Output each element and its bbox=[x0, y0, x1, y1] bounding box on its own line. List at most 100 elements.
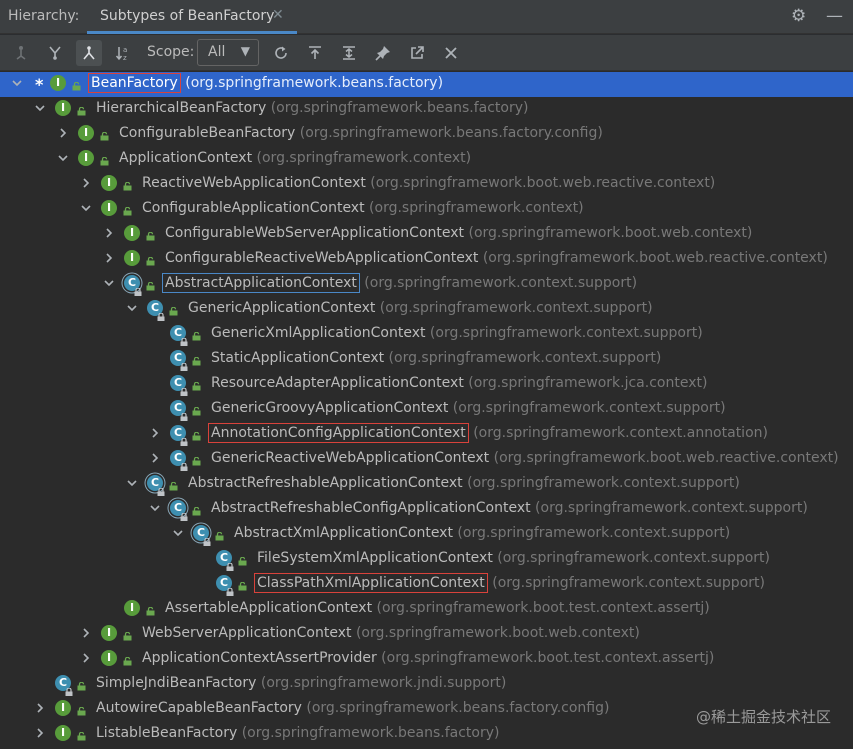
tree-row[interactable]: C AbstractRefreshableApplicationContext (… bbox=[0, 472, 853, 497]
public-visibility-icon bbox=[169, 304, 178, 316]
chevron-right-icon[interactable] bbox=[148, 426, 162, 440]
chevron-down-icon[interactable] bbox=[171, 526, 185, 540]
interface-icon: I bbox=[55, 100, 86, 118]
tree-row[interactable]: I ConfigurableWebServerApplicationContext… bbox=[0, 222, 853, 247]
chevron-right-icon[interactable] bbox=[79, 651, 93, 665]
package-name: (org.springframework.context.support) bbox=[492, 550, 771, 566]
tab-close-icon[interactable]: ✕ bbox=[272, 7, 284, 23]
tree-row[interactable]: I ApplicationContextAssertProvider (org.s… bbox=[0, 647, 853, 672]
class-name: SimpleJndiBeanFactory bbox=[96, 675, 257, 691]
chevron-right-icon[interactable] bbox=[33, 701, 47, 715]
type-hierarchy-icon[interactable] bbox=[8, 40, 34, 66]
class-icon: C bbox=[170, 450, 201, 471]
type-name: ConfigurableReactiveWebApplicationContex… bbox=[165, 250, 828, 266]
tree-row[interactable]: C GenericXmlApplicationContext (org.sprin… bbox=[0, 322, 853, 347]
tree-row[interactable]: C AbstractApplicationContext (org.springf… bbox=[0, 272, 853, 297]
public-visibility-icon bbox=[192, 404, 201, 416]
tree-row[interactable]: C StaticApplicationContext (org.springfra… bbox=[0, 347, 853, 372]
public-visibility-icon bbox=[238, 554, 247, 566]
package-name: (org.springframework.context.support) bbox=[487, 575, 765, 591]
public-visibility-icon bbox=[192, 504, 201, 516]
interface-icon: I bbox=[55, 725, 86, 743]
public-visibility-icon bbox=[100, 154, 109, 166]
chevron-right-icon[interactable] bbox=[102, 251, 116, 265]
tree-row[interactable]: I WebServerApplicationContext (org.spring… bbox=[0, 622, 853, 647]
tree-row[interactable]: I ConfigurableReactiveWebApplicationConte… bbox=[0, 247, 853, 272]
tree-row[interactable]: I AssertableApplicationContext (org.sprin… bbox=[0, 597, 853, 622]
sort-alpha-icon[interactable]: az bbox=[110, 40, 136, 66]
public-visibility-icon bbox=[77, 729, 86, 741]
type-name: ConfigurableWebServerApplicationContext … bbox=[165, 225, 752, 241]
chevron-right-icon[interactable] bbox=[79, 626, 93, 640]
type-name: ResourceAdapterApplicationContext (org.s… bbox=[211, 375, 707, 391]
chevron-down-icon[interactable] bbox=[125, 476, 139, 490]
class-name: AbstractRefreshableConfigApplicationCont… bbox=[211, 500, 531, 516]
tree-row[interactable]: C GenericApplicationContext (org.springfr… bbox=[0, 297, 853, 322]
scope-dropdown[interactable]: All ▼ bbox=[197, 39, 259, 66]
chevron-right-icon[interactable] bbox=[102, 226, 116, 240]
lock-icon bbox=[134, 284, 142, 296]
tree-row[interactable]: C AbstractRefreshableConfigApplicationCon… bbox=[0, 497, 853, 522]
package-name: (org.springframework.boot.web.reactive.c… bbox=[478, 250, 828, 266]
package-name: (org.springframework.context.support) bbox=[448, 400, 726, 416]
expand-all-icon[interactable] bbox=[336, 40, 362, 66]
class-name: ConfigurableApplicationContext bbox=[142, 200, 365, 216]
class-name: ReactiveWebApplicationContext bbox=[142, 175, 366, 191]
open-in-new-icon[interactable] bbox=[404, 40, 430, 66]
tree-row[interactable]: C AbstractXmlApplicationContext (org.spri… bbox=[0, 522, 853, 547]
chevron-down-icon[interactable] bbox=[148, 501, 162, 515]
chevron-right-icon[interactable] bbox=[33, 726, 47, 740]
class-icon: C bbox=[170, 325, 201, 346]
type-name: GenericReactiveWebApplicationContext (or… bbox=[211, 450, 839, 466]
chevron-right-icon[interactable] bbox=[148, 451, 162, 465]
chevron-down-icon[interactable] bbox=[33, 101, 47, 115]
public-visibility-icon bbox=[123, 179, 132, 191]
interface-icon: I bbox=[78, 125, 109, 143]
close-icon[interactable] bbox=[438, 40, 464, 66]
chevron-down-icon[interactable] bbox=[125, 301, 139, 315]
tab-subtypes[interactable]: Subtypes of BeanFactory ✕ bbox=[87, 0, 297, 34]
tree-row[interactable]: I ReactiveWebApplicationContext (org.spri… bbox=[0, 172, 853, 197]
type-name: GenericApplicationContext (org.springfra… bbox=[188, 300, 653, 316]
supertypes-icon[interactable] bbox=[42, 40, 68, 66]
tree-row[interactable]: C AnnotationConfigApplicationContext (org… bbox=[0, 422, 853, 447]
chevron-down-icon[interactable] bbox=[10, 76, 24, 90]
abstract-class-icon: C bbox=[124, 275, 155, 296]
type-name: BeanFactory (org.springframework.beans.f… bbox=[88, 73, 443, 93]
chevron-down-icon[interactable] bbox=[56, 151, 70, 165]
tree-row[interactable]: C ClassPathXmlApplicationContext (org.spr… bbox=[0, 572, 853, 597]
tree-row[interactable]: C ResourceAdapterApplicationContext (org.… bbox=[0, 372, 853, 397]
subtypes-icon[interactable] bbox=[76, 40, 102, 66]
chevron-down-icon[interactable] bbox=[102, 276, 116, 290]
chevron-right-icon[interactable] bbox=[56, 126, 70, 140]
class-icon: C bbox=[170, 400, 201, 421]
tree-row[interactable]: I ConfigurableApplicationContext (org.spr… bbox=[0, 197, 853, 222]
interface-icon: I bbox=[55, 700, 86, 718]
tree-row[interactable]: I ApplicationContext (org.springframework… bbox=[0, 147, 853, 172]
type-name: GenericGroovyApplicationContext (org.spr… bbox=[211, 400, 726, 416]
refresh-icon[interactable] bbox=[268, 40, 294, 66]
abstract-class-icon: C bbox=[170, 500, 201, 521]
export-icon[interactable] bbox=[302, 40, 328, 66]
tree-row[interactable]: C FileSystemXmlApplicationContext (org.sp… bbox=[0, 547, 853, 572]
tree-row[interactable]: C SimpleJndiBeanFactory (org.springframew… bbox=[0, 672, 853, 697]
tree-row[interactable]: C GenericReactiveWebApplicationContext (o… bbox=[0, 447, 853, 472]
tree-row[interactable]: I ConfigurableBeanFactory (org.springfram… bbox=[0, 122, 853, 147]
minimize-icon[interactable]: — bbox=[826, 6, 843, 26]
public-visibility-icon bbox=[146, 254, 155, 266]
pin-icon[interactable] bbox=[370, 40, 396, 66]
tree-row[interactable]: * I BeanFactory (org.springframework.beans… bbox=[0, 72, 853, 97]
class-name: HierarchicalBeanFactory bbox=[96, 100, 267, 116]
lock-icon bbox=[157, 484, 165, 496]
gear-icon[interactable]: ⚙ bbox=[791, 6, 806, 26]
tree-row[interactable]: C GenericGroovyApplicationContext (org.sp… bbox=[0, 397, 853, 422]
class-name: ConfigurableBeanFactory bbox=[119, 125, 296, 141]
class-name: ConfigurableReactiveWebApplicationContex… bbox=[165, 250, 479, 266]
tree-row[interactable]: I HierarchicalBeanFactory (org.springfram… bbox=[0, 97, 853, 122]
class-name: ConfigurableWebServerApplicationContext bbox=[165, 225, 465, 241]
type-name: AbstractApplicationContext (org.springfr… bbox=[162, 273, 637, 293]
chevron-down-icon[interactable] bbox=[79, 201, 93, 215]
class-name: ClassPathXmlApplicationContext bbox=[254, 573, 488, 593]
public-visibility-icon bbox=[192, 429, 201, 441]
chevron-right-icon[interactable] bbox=[79, 176, 93, 190]
